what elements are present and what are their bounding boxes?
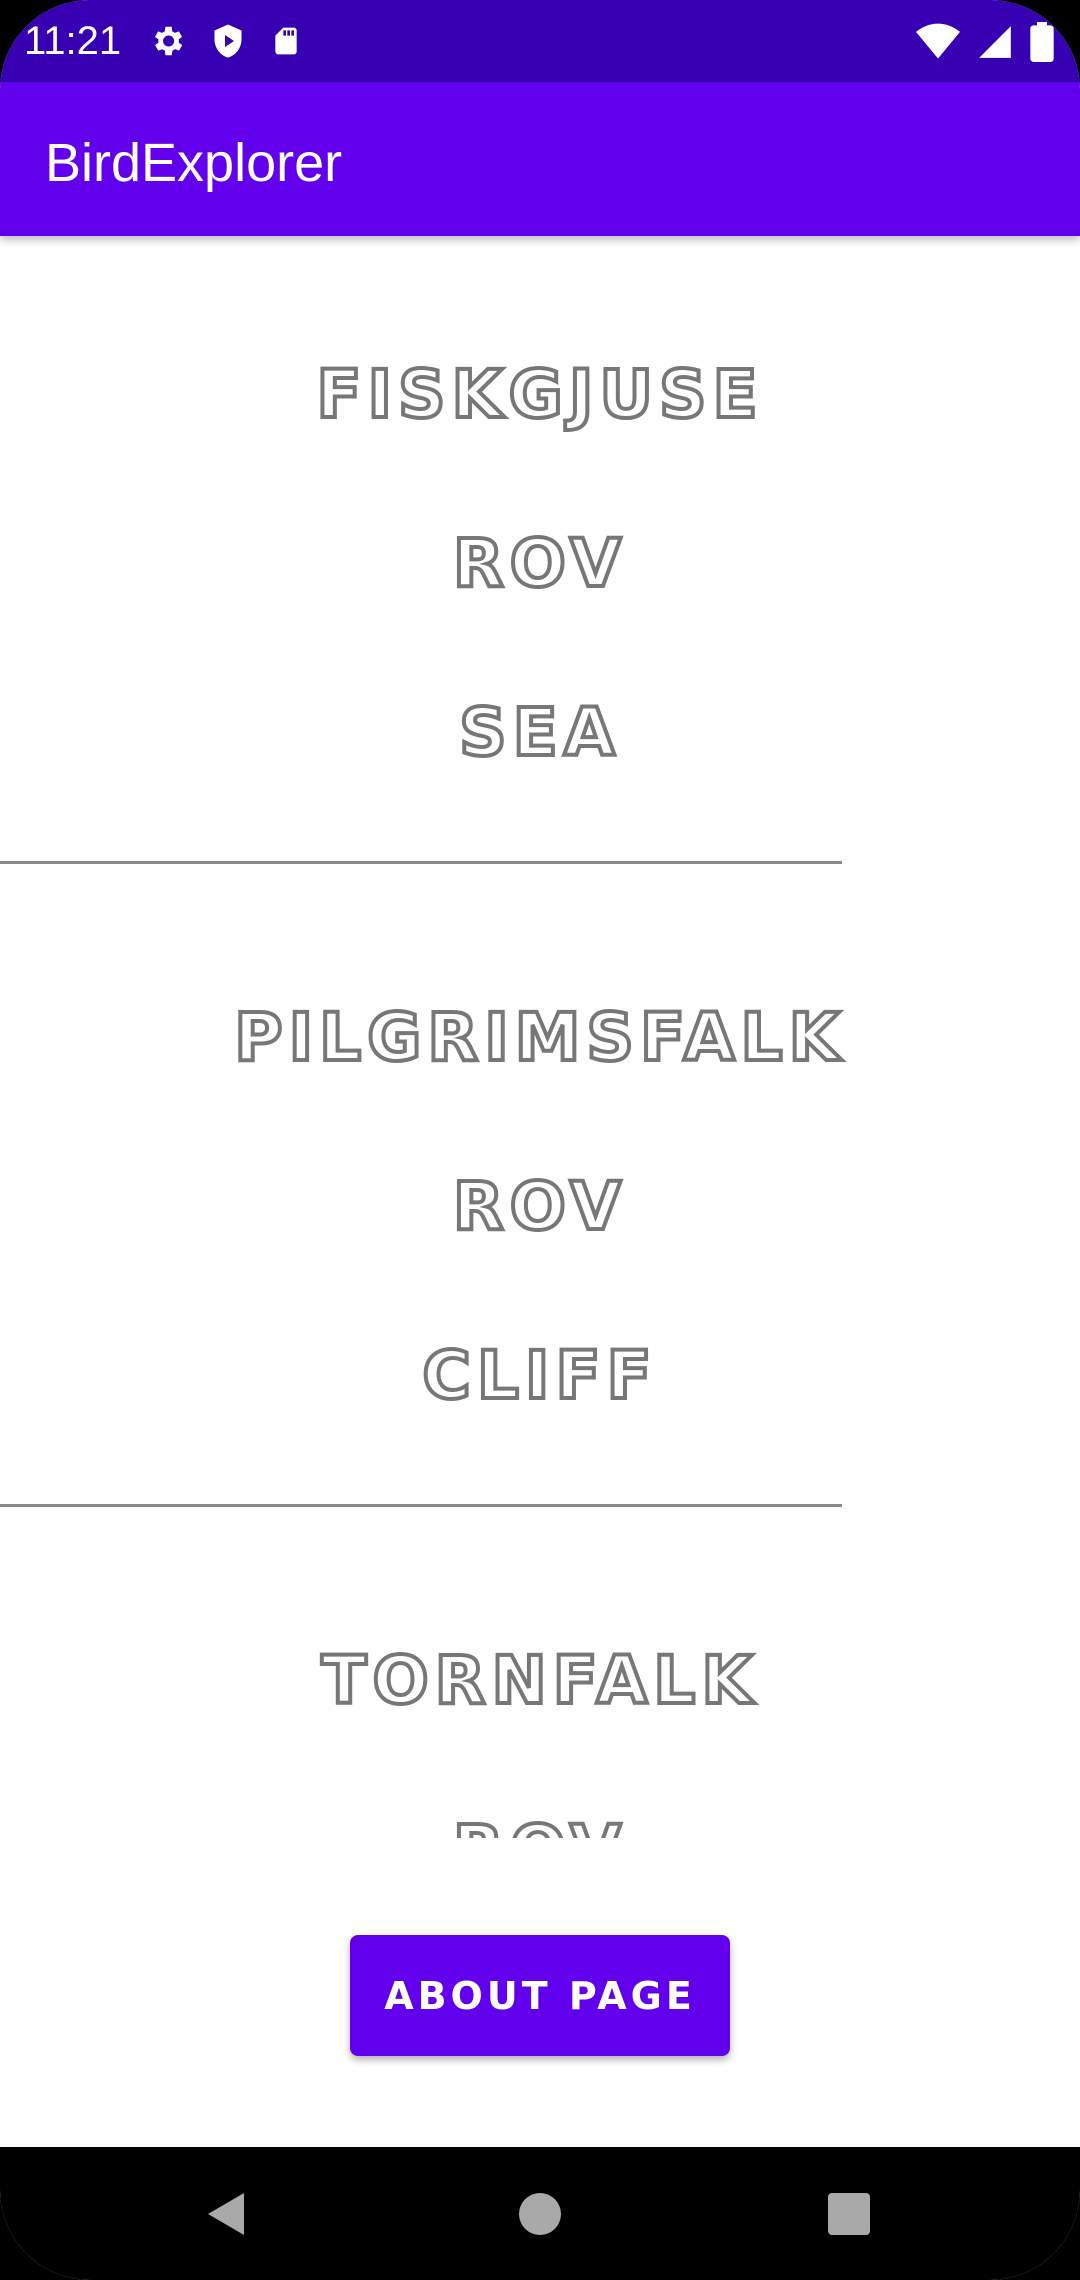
wifi-icon <box>916 23 960 66</box>
app-title: BirdExplorer <box>45 133 343 193</box>
recents-icon[interactable] <box>828 2193 870 2235</box>
status-bar: 11:21 <box>0 0 1080 82</box>
navigation-bar <box>0 2147 1080 2280</box>
bird-name: PILGRIMSFALK <box>232 997 846 1078</box>
status-time: 11:21 <box>24 19 122 63</box>
bird-habitat: CLIFF <box>420 1335 658 1416</box>
bird-category: ROV <box>451 523 628 604</box>
shield-play-icon <box>210 22 246 65</box>
status-icons-right <box>916 22 1054 67</box>
bird-name: FISKGJUSE <box>314 354 764 435</box>
app-bar: BirdExplorer <box>0 82 1080 236</box>
gear-icon <box>148 22 186 65</box>
bird-category: ROV <box>451 1166 628 1247</box>
bird-habitat: SEA <box>457 692 621 773</box>
about-page-button[interactable]: ABOUT PAGE <box>350 1935 730 2056</box>
sd-card-icon <box>270 22 302 65</box>
divider-line <box>0 861 842 864</box>
back-icon[interactable] <box>204 2191 246 2242</box>
cell-signal-icon <box>976 23 1014 66</box>
device-screen: 11:21 BirdExplorer FISKGJUSE ROV SEA PIL… <box>0 0 1080 2280</box>
bird-name: TORNFALK <box>320 1640 759 1721</box>
divider-line <box>0 1504 842 1507</box>
battery-icon <box>1030 22 1054 67</box>
home-icon[interactable] <box>519 2193 561 2235</box>
status-icons-left <box>148 22 302 65</box>
bird-category: ROV <box>0 1809 1080 1838</box>
bird-list[interactable]: FISKGJUSE ROV SEA PILGRIMSFALK ROV CLIFF… <box>0 236 1080 1838</box>
